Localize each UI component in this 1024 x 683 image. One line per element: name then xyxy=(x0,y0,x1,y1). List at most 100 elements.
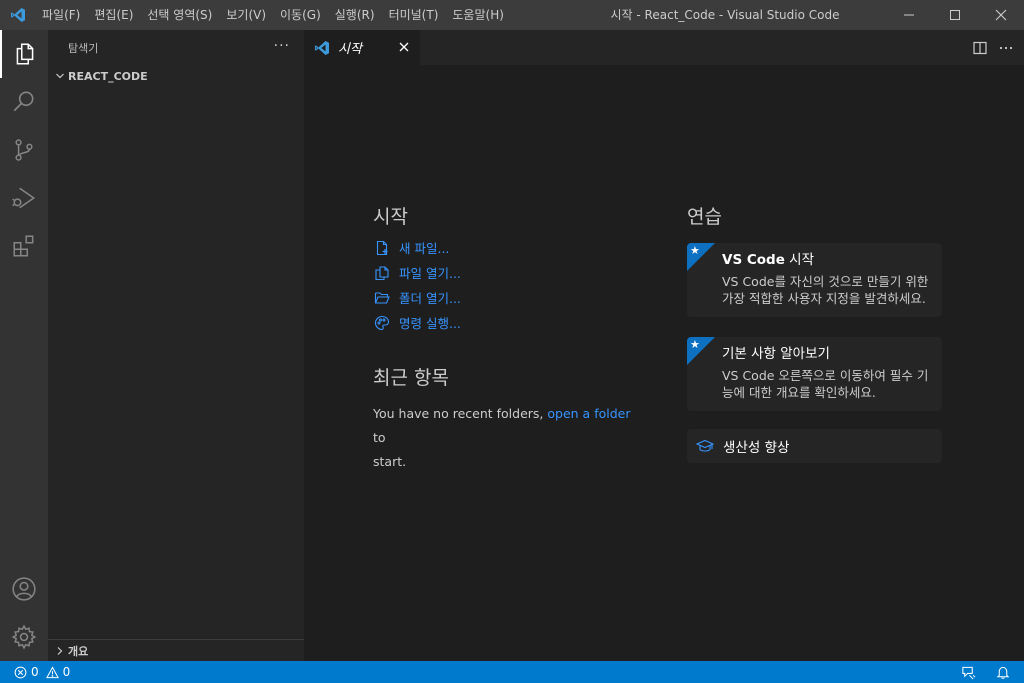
star-icon: ★ xyxy=(690,338,700,351)
editor-actions xyxy=(972,30,1014,65)
walkthrough-card-productivity[interactable]: 생산성 향상 xyxy=(687,429,942,463)
window-controls xyxy=(886,0,1024,30)
recent-text-before: You have no recent folders, xyxy=(373,406,544,421)
menu-go[interactable]: 이동(G) xyxy=(273,0,328,30)
vscode-logo-icon xyxy=(315,40,329,55)
card-title-rest: 기본 사항 알아보기 xyxy=(722,346,830,362)
menu-view[interactable]: 보기(V) xyxy=(219,0,273,30)
recent-title: 최근 항목 xyxy=(373,367,449,389)
problems-status[interactable]: 0 0 xyxy=(0,665,70,679)
recent-text-after: to xyxy=(373,430,386,445)
sidebar-title: 탐색기 xyxy=(68,41,99,55)
outline-label: 개요 xyxy=(68,644,89,658)
open-folder-link[interactable]: 폴더 열기... xyxy=(373,285,643,310)
card-title-rest: 시작 xyxy=(784,252,815,268)
recent-text-end: start. xyxy=(373,454,407,469)
feedback-icon[interactable] xyxy=(961,665,976,680)
minimize-button[interactable] xyxy=(886,0,932,30)
star-icon: ★ xyxy=(690,244,700,257)
activity-extensions[interactable] xyxy=(0,222,48,270)
walkthroughs-section: 연습 ★ VS Code 시작 VS Code를 자신의 것으로 만들기 위한 … xyxy=(687,202,942,463)
start-section: 시작 새 파일... 파일 열기... 폴더 열기... 명령 실행... 최근… xyxy=(373,202,643,474)
window-title: 시작 - React_Code - Visual Studio Code xyxy=(610,8,840,22)
warning-count: 0 xyxy=(62,665,71,679)
open-file-label: 파일 열기... xyxy=(399,266,461,281)
vscode-logo-icon xyxy=(0,0,35,30)
open-folder-label: 폴더 열기... xyxy=(399,291,461,306)
close-icon xyxy=(399,42,409,52)
source-control-icon xyxy=(15,139,33,161)
new-file-link[interactable]: 새 파일... xyxy=(373,235,643,260)
card-description: VS Code를 자신의 것으로 만들기 위한 가장 적합한 사용자 지정을 발… xyxy=(722,274,929,306)
mortarboard-icon xyxy=(695,438,715,454)
extensions-icon xyxy=(13,235,34,257)
tab-welcome[interactable]: 시작 xyxy=(304,30,420,65)
activity-source-control[interactable] xyxy=(0,126,48,174)
activity-accounts[interactable] xyxy=(0,565,48,613)
chevron-down-icon xyxy=(52,68,68,84)
walkthrough-card-fundamentals[interactable]: ★ 기본 사항 알아보기 VS Code 오른쪽으로 이동하여 필수 기능에 대… xyxy=(687,337,942,411)
open-file-icon xyxy=(373,265,391,281)
explorer-icon xyxy=(16,43,34,65)
menu-selection[interactable]: 선택 영역(S) xyxy=(140,0,219,30)
activity-explorer[interactable] xyxy=(0,30,48,78)
more-actions-icon[interactable]: ··· xyxy=(274,38,290,54)
maximize-button[interactable] xyxy=(932,0,978,30)
welcome-page: 시작 새 파일... 파일 열기... 폴더 열기... 명령 실행... 최근… xyxy=(304,65,1024,661)
notifications-bell-icon[interactable] xyxy=(996,665,1010,680)
account-icon xyxy=(12,577,36,601)
card-title: 기본 사항 알아보기 xyxy=(722,345,932,363)
split-editor-icon[interactable] xyxy=(972,40,988,56)
outline-section[interactable]: 개요 xyxy=(48,639,304,661)
walkthroughs-title: 연습 xyxy=(687,206,722,228)
maximize-icon xyxy=(950,10,960,20)
close-icon xyxy=(995,9,1007,21)
folder-react-code[interactable]: REACT_CODE xyxy=(48,65,304,87)
start-title: 시작 xyxy=(373,206,408,228)
close-window-button[interactable] xyxy=(978,0,1024,30)
activity-bar xyxy=(0,30,48,661)
title-bar: 파일(F) 편집(E) 선택 영역(S) 보기(V) 이동(G) 실행(R) 터… xyxy=(0,0,1024,30)
card-description: VS Code 오른쪽으로 이동하여 필수 기능에 대한 개요를 확인하세요. xyxy=(722,368,929,400)
card-title: VS Code 시작 xyxy=(722,251,932,269)
open-folder-recent-link[interactable]: open a folder xyxy=(547,406,630,421)
settings-gear-icon xyxy=(11,624,37,650)
error-icon xyxy=(14,666,27,678)
explorer-sidebar: 탐색기 ··· REACT_CODE 개요 xyxy=(48,30,304,661)
new-file-label: 새 파일... xyxy=(399,241,450,256)
activity-search[interactable] xyxy=(0,78,48,126)
status-bar: 0 0 xyxy=(0,661,1024,683)
minimize-icon xyxy=(904,14,914,16)
recent-section: 최근 항목 You have no recent folders, open a… xyxy=(373,363,643,474)
menu-bar: 파일(F) 편집(E) 선택 영역(S) 보기(V) 이동(G) 실행(R) 터… xyxy=(35,0,511,30)
new-file-icon xyxy=(373,240,391,256)
run-debug-icon xyxy=(12,187,36,209)
card-title-bold: VS Code xyxy=(722,252,785,268)
more-actions-icon[interactable] xyxy=(998,40,1014,56)
activity-manage[interactable] xyxy=(0,613,48,661)
status-right xyxy=(961,661,1010,683)
chevron-right-icon xyxy=(52,643,68,659)
warning-icon xyxy=(45,665,59,678)
walkthrough-card-get-started[interactable]: ★ VS Code 시작 VS Code를 자신의 것으로 만들기 위한 가장 … xyxy=(687,243,942,317)
menu-edit[interactable]: 편집(E) xyxy=(87,0,140,30)
search-icon xyxy=(13,91,34,112)
productivity-label: 생산성 향상 xyxy=(723,440,790,456)
error-count: 0 xyxy=(31,665,39,679)
recent-empty-text: You have no recent folders, open a folde… xyxy=(373,402,633,474)
run-command-label: 명령 실행... xyxy=(399,316,461,331)
tab-label: 시작 xyxy=(338,42,362,57)
menu-file[interactable]: 파일(F) xyxy=(35,0,87,30)
open-file-link[interactable]: 파일 열기... xyxy=(373,260,643,285)
run-command-link[interactable]: 명령 실행... xyxy=(373,310,643,335)
activity-run-debug[interactable] xyxy=(0,174,48,222)
open-folder-icon xyxy=(373,290,391,306)
folder-label: REACT_CODE xyxy=(68,69,148,83)
menu-run[interactable]: 실행(R) xyxy=(328,0,382,30)
menu-terminal[interactable]: 터미널(T) xyxy=(382,0,446,30)
tab-close-button[interactable] xyxy=(396,39,412,55)
editor-tabs: 시작 xyxy=(304,30,1024,65)
sidebar-header: 탐색기 ··· xyxy=(48,30,304,65)
color-palette-icon xyxy=(373,315,391,331)
menu-help[interactable]: 도움말(H) xyxy=(445,0,511,30)
